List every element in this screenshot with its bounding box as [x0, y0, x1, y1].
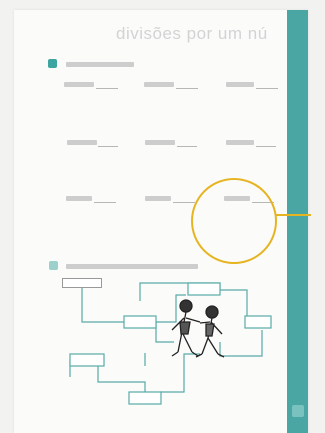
diagram-box [128, 391, 162, 405]
starting-number-box [62, 278, 102, 288]
diagram-box [187, 282, 221, 296]
diagram-box [123, 315, 157, 329]
diagram-box [69, 353, 105, 367]
diagram-box [244, 315, 272, 329]
two-people-illustration [171, 299, 225, 358]
division-flow-diagram [69, 282, 272, 405]
